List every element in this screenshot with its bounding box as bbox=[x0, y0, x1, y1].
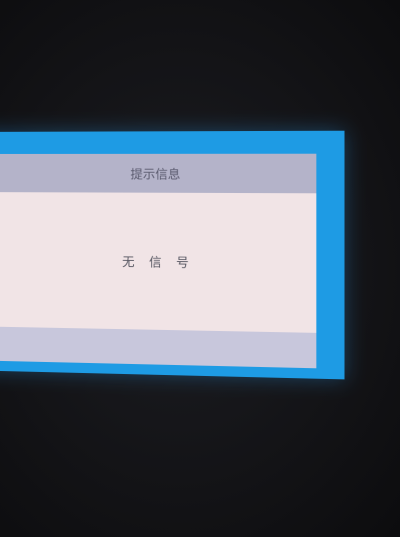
osd-message-area: 无信号 bbox=[0, 192, 317, 333]
osd-dialog: 提示信息 无信号 bbox=[0, 130, 345, 380]
osd-message: 无信号 bbox=[122, 254, 204, 270]
osd-title-bar: 提示信息 bbox=[0, 153, 317, 194]
osd-title: 提示信息 bbox=[130, 166, 181, 182]
osd-footer-bar bbox=[0, 326, 317, 369]
monitor-screen: 提示信息 无信号 bbox=[0, 0, 400, 537]
